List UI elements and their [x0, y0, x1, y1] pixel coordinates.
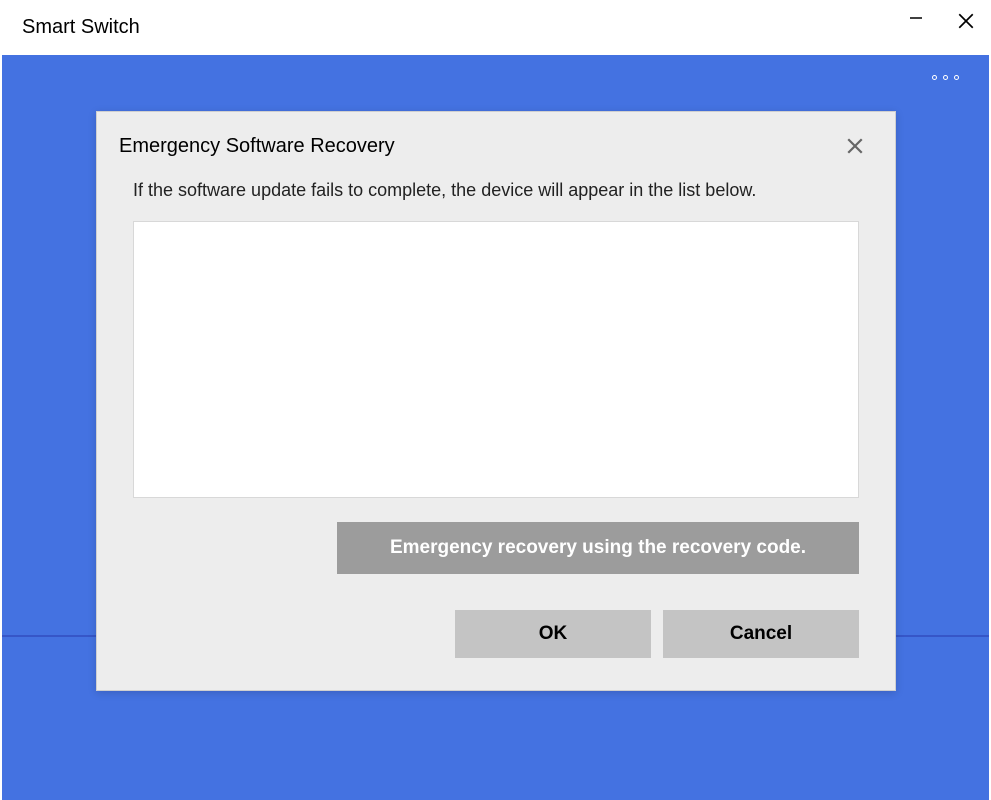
- dialog-title: Emergency Software Recovery: [119, 135, 395, 158]
- dialog-header: Emergency Software Recovery: [97, 112, 895, 168]
- close-icon: [846, 137, 864, 155]
- device-list[interactable]: [133, 221, 859, 498]
- more-icon: [954, 75, 959, 80]
- window-controls: [891, 0, 991, 55]
- window-title: Smart Switch: [22, 16, 140, 39]
- recovery-dialog: Emergency Software Recovery If the softw…: [96, 111, 896, 691]
- dialog-message: If the software update fails to complete…: [133, 178, 859, 203]
- recovery-code-button[interactable]: Emergency recovery using the recovery co…: [337, 522, 859, 574]
- minimize-button[interactable]: [891, 0, 941, 42]
- close-dialog-button[interactable]: [843, 134, 867, 158]
- close-window-button[interactable]: [941, 0, 991, 42]
- window-titlebar: Smart Switch: [0, 0, 991, 55]
- cancel-button[interactable]: Cancel: [663, 610, 859, 658]
- dialog-footer: OK Cancel: [97, 574, 895, 658]
- more-menu-button[interactable]: [932, 75, 959, 80]
- close-icon: [957, 12, 975, 30]
- dialog-body: If the software update fails to complete…: [97, 168, 895, 498]
- main-content-area: Emergency Software Recovery If the softw…: [2, 55, 989, 800]
- ok-button[interactable]: OK: [455, 610, 651, 658]
- more-icon: [943, 75, 948, 80]
- minimize-icon: [908, 10, 924, 26]
- more-icon: [932, 75, 937, 80]
- dialog-actions: Emergency recovery using the recovery co…: [97, 498, 895, 574]
